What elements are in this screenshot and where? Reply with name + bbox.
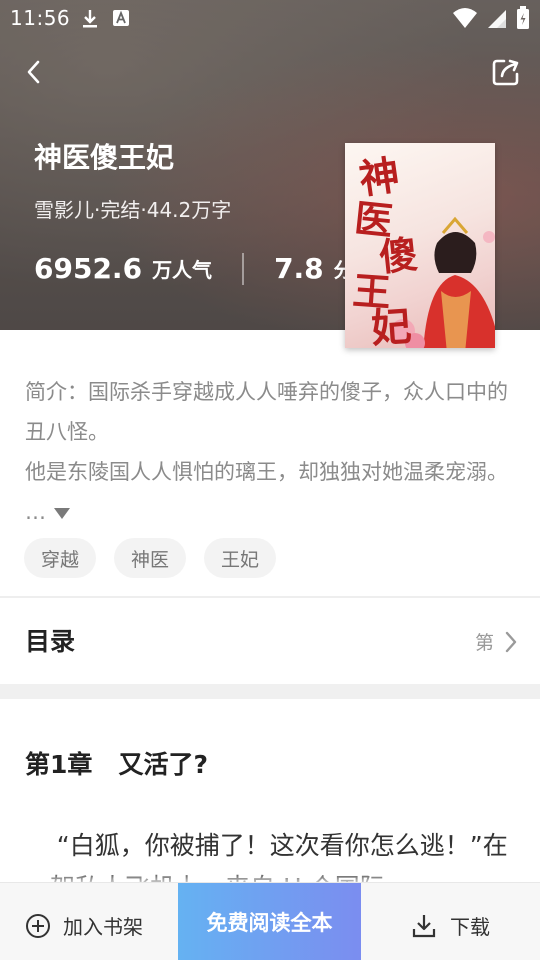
- add-to-shelf-button[interactable]: 加入书架: [25, 911, 143, 940]
- book-intro[interactable]: 简介：国际杀手穿越成人人唾弃的傻子，众人口中的丑八怪。 他是东陵国人人惧怕的璃王…: [25, 372, 515, 532]
- app-notification-icon: [112, 8, 130, 34]
- catalog-title: 目录: [25, 627, 76, 656]
- signal-icon: [486, 7, 508, 33]
- tag-list: 穿越 神医 王妃: [24, 538, 277, 578]
- tag-chip[interactable]: 穿越: [24, 538, 97, 578]
- book-cover[interactable]: 神 医 傻 王 妃: [345, 143, 495, 348]
- popularity-value: 6952.6: [34, 252, 143, 285]
- wifi-icon: [452, 7, 478, 33]
- chevron-left-icon: [27, 60, 40, 84]
- share-icon: [492, 59, 519, 86]
- catalog-row[interactable]: 目录 第: [0, 598, 540, 684]
- add-to-shelf-label: 加入书架: [63, 915, 143, 939]
- stats-divider: [242, 252, 245, 285]
- score-value: 7.8: [274, 252, 324, 285]
- read-free-label: 免费阅读全本: [206, 911, 333, 935]
- share-button[interactable]: [486, 52, 526, 92]
- download-notification-icon: [80, 8, 100, 34]
- book-stats: 6952.6 万人气 7.8 分: [34, 252, 354, 285]
- section-gap: [0, 684, 540, 699]
- download-icon: [412, 914, 436, 937]
- intro-line: 他是东陵国人人惧怕的璃王，却独独对她温柔宠溺。 …: [25, 460, 508, 524]
- catalog-latest-text: 第: [474, 632, 494, 654]
- book-meta: 雪影儿·完结·44.2万字: [34, 198, 232, 222]
- download-button[interactable]: 下载: [412, 911, 490, 940]
- status-bar: 11:56: [0, 0, 540, 38]
- popularity-unit: 万人气: [152, 258, 213, 282]
- chevron-right-icon: [505, 631, 517, 652]
- battery-icon: [516, 6, 530, 34]
- status-time: 11:56: [10, 6, 71, 30]
- tag-chip[interactable]: 王妃: [204, 538, 277, 578]
- tag-chip[interactable]: 神医: [114, 538, 187, 578]
- back-button[interactable]: [14, 52, 54, 92]
- add-circle-icon: [26, 913, 50, 938]
- caret-down-icon[interactable]: [53, 506, 71, 520]
- intro-line: 简介：国际杀手穿越成人人唾弃的傻子，众人口中的丑八怪。: [25, 380, 508, 444]
- read-free-button[interactable]: 免费阅读全本: [178, 883, 361, 960]
- chapter-title: 第1章 又活了?: [25, 750, 209, 779]
- download-label: 下载: [450, 915, 490, 939]
- cover-title-char: 妃: [369, 302, 413, 348]
- bottom-action-bar: 加入书架 免费阅读全本 下载: [0, 882, 540, 960]
- book-title: 神医傻王妃: [34, 141, 175, 174]
